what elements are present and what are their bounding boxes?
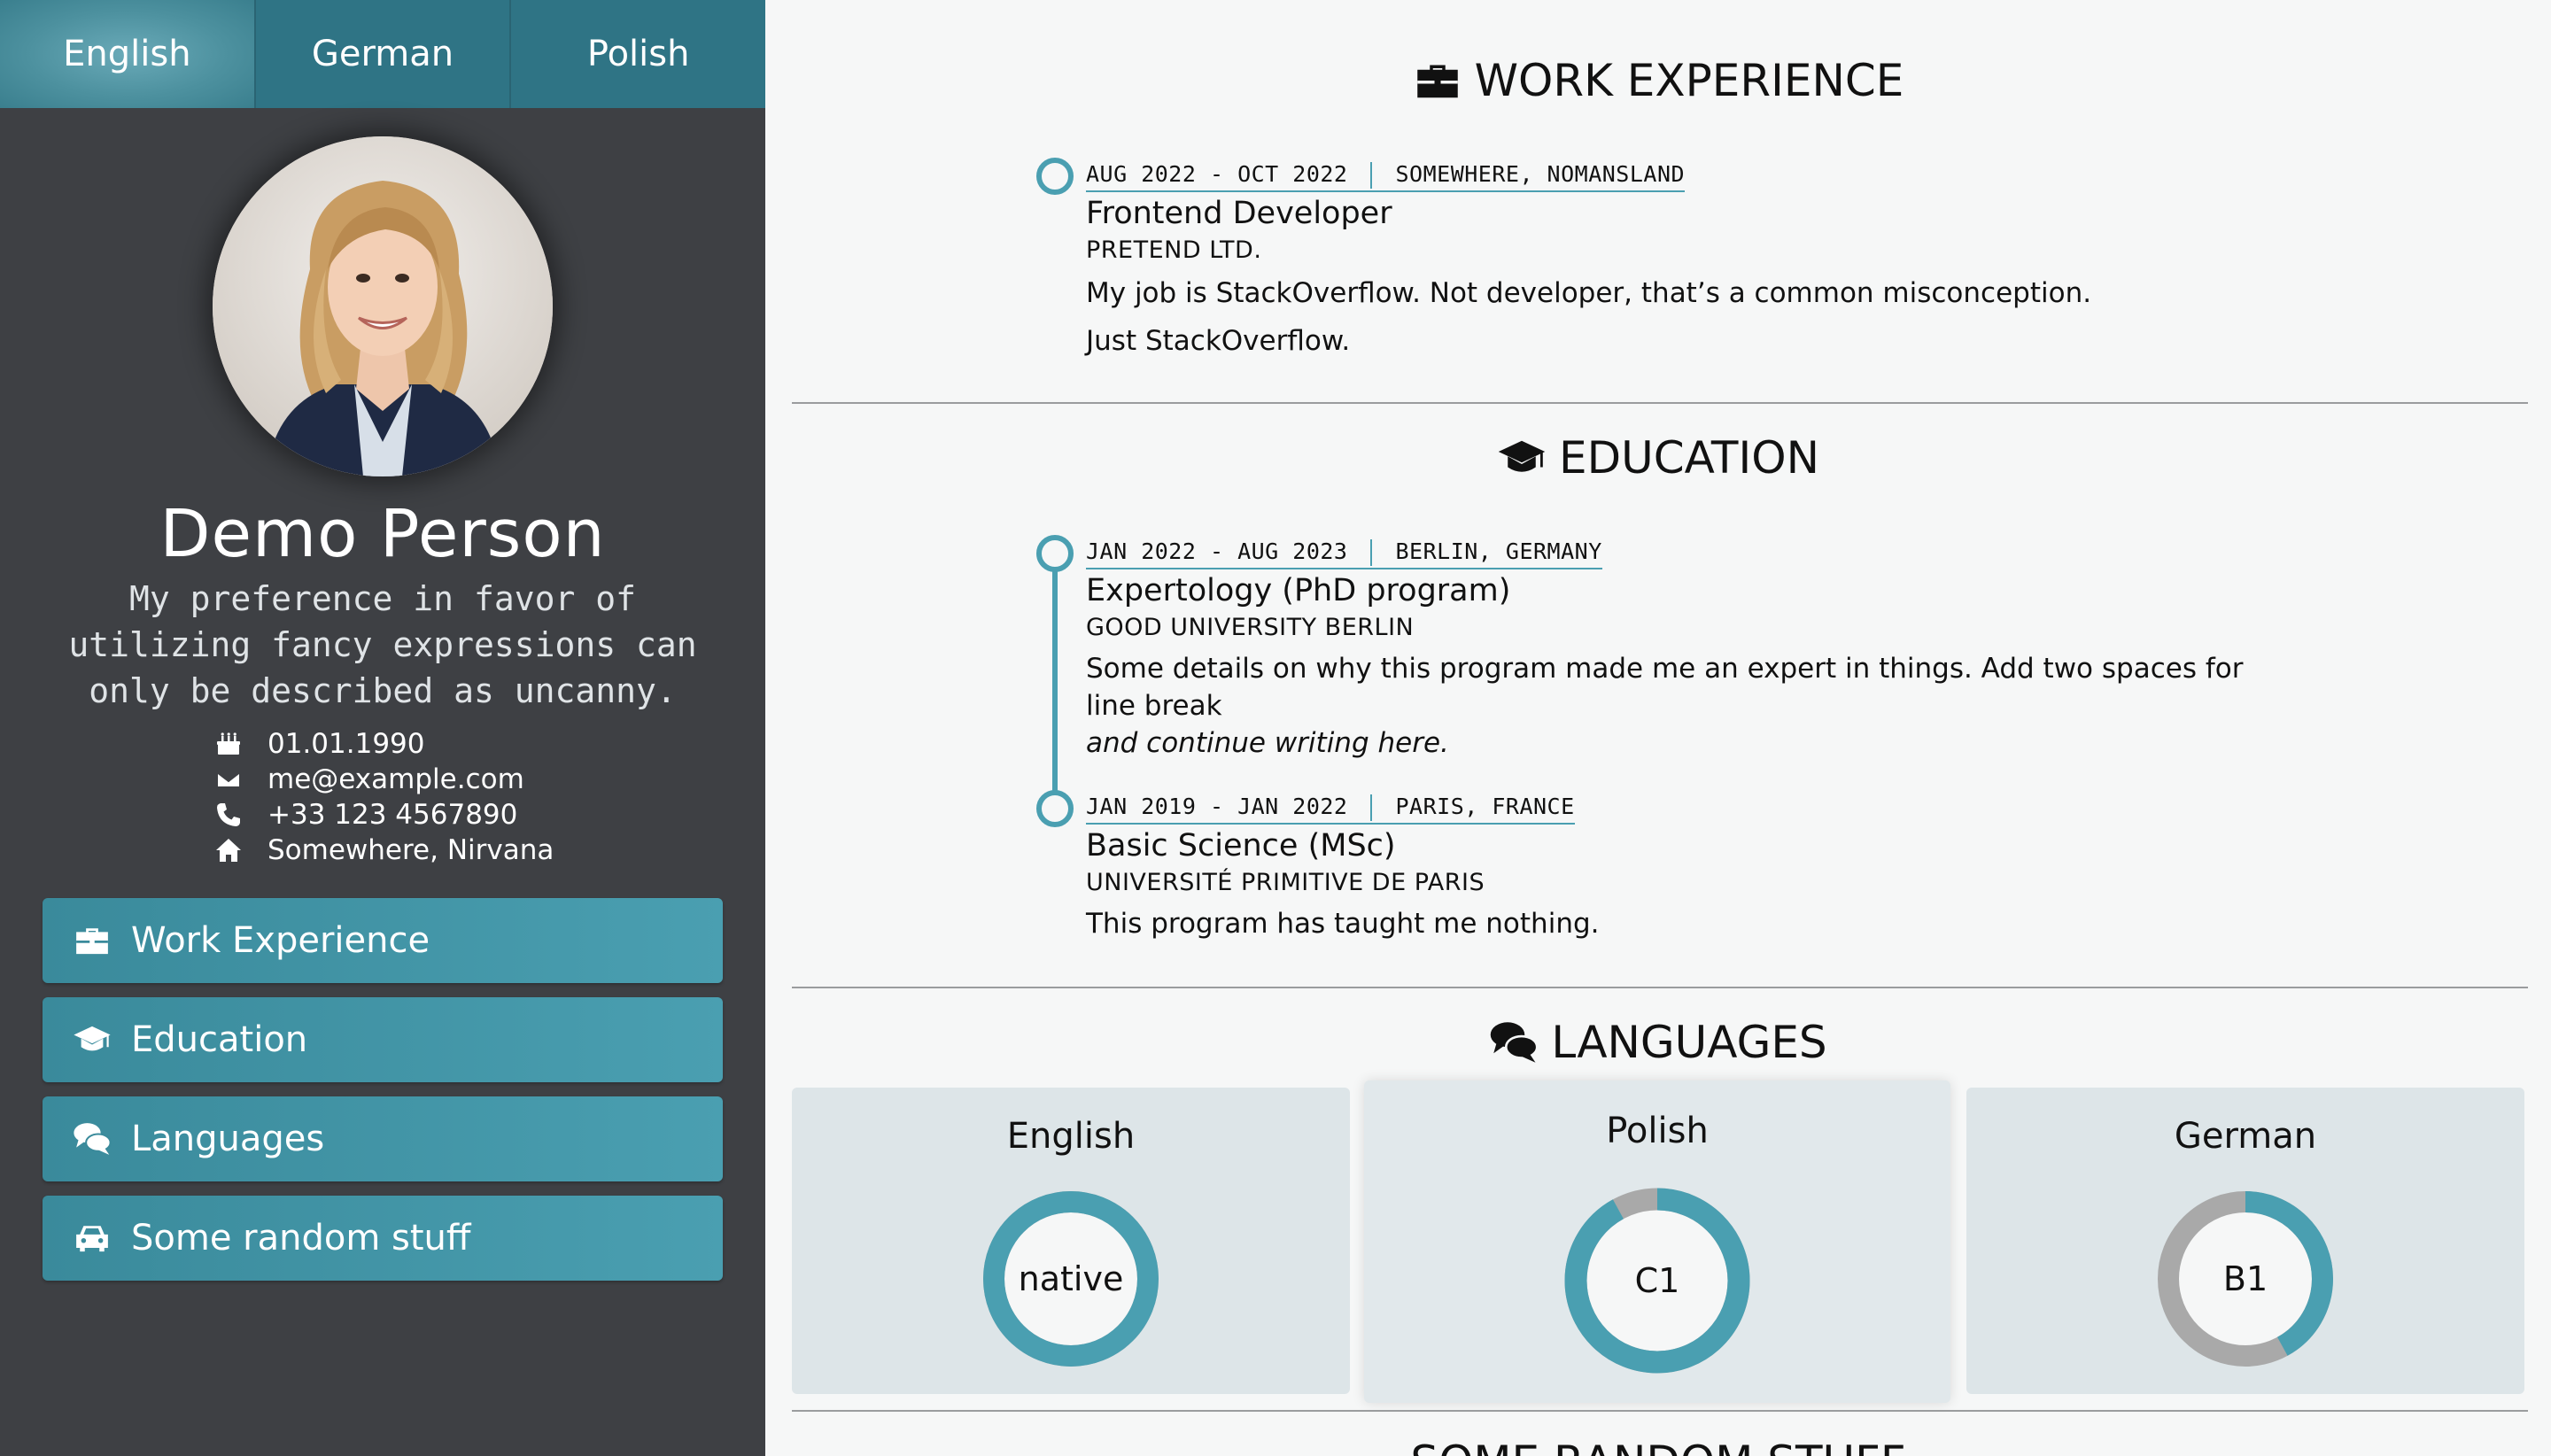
- work-experience-title: WORK EXPERIENCE: [1474, 55, 1904, 106]
- tagline: My preference in favor of utilizing fanc…: [68, 579, 697, 710]
- nav-random-stuff-button[interactable]: Some random stuff: [43, 1196, 723, 1281]
- person-name: Demo Person: [159, 496, 606, 572]
- tab-polish[interactable]: Polish: [511, 0, 766, 108]
- entry-location: PARIS, FRANCE: [1395, 794, 1575, 819]
- nav-work-label: Work Experience: [131, 920, 430, 961]
- education-entry: JAN 2019 - JAN 2022 PARIS, FRANCE Basic S…: [1086, 794, 2326, 942]
- chat-bubbles-icon: [1491, 1022, 1539, 1063]
- nav-education-button[interactable]: Education: [43, 997, 723, 1082]
- profile-photo: [213, 136, 553, 476]
- language-card: German B1: [1966, 1088, 2524, 1394]
- language-level-donut: C1: [1563, 1187, 1751, 1375]
- birthday-value: 01.01.1990: [268, 728, 425, 760]
- avatar: [213, 136, 553, 476]
- envelope-icon: [211, 762, 246, 797]
- education-heading: EDUCATION: [765, 432, 2551, 484]
- phone-icon: [211, 797, 246, 833]
- chat-bubbles-icon: [74, 1123, 112, 1155]
- entry-organization: GOOD UNIVERSITY BERLIN: [1086, 614, 1415, 641]
- languages-title: LANGUAGES: [1551, 1017, 1827, 1068]
- entry-description-line: and continue writing here.: [1086, 727, 1449, 759]
- entry-description: Some details on why this program made me…: [1086, 650, 2264, 762]
- email-value[interactable]: me@example.com: [268, 763, 524, 795]
- timeline-dot: [1036, 158, 1074, 195]
- graduation-cap-icon: [74, 1026, 111, 1051]
- work-experience-heading: WORK EXPERIENCE: [765, 55, 2551, 106]
- birthday-row: 01.01.1990: [211, 726, 654, 762]
- tab-english[interactable]: English: [0, 0, 256, 108]
- timeline-dot: [1036, 790, 1074, 827]
- briefcase-icon: [76, 928, 108, 955]
- section-divider: [792, 1410, 2528, 1412]
- language-switcher: English German Polish: [0, 0, 766, 108]
- language-card: English native: [792, 1088, 1350, 1394]
- entry-dates: AUG 2022 - OCT 2022: [1086, 161, 1348, 187]
- entry-organization: UNIVERSITÉ PRIMITIVE DE PARIS: [1086, 869, 1485, 896]
- timeline-dot: [1036, 535, 1074, 572]
- entry-description: My job is StackOverflow. Not developer, …: [1086, 269, 2326, 365]
- languages-heading: LANGUAGES: [765, 1017, 2551, 1068]
- random-stuff-heading: SOME RANDOM STUFF: [765, 1437, 2551, 1456]
- entry-meta: JAN 2022 - AUG 2023 BERLIN, GERMANY: [1086, 538, 1602, 569]
- nav-languages-label: Languages: [131, 1119, 325, 1159]
- education-title: EDUCATION: [1559, 432, 1819, 484]
- language-level: C1: [1634, 1261, 1680, 1300]
- address-row: Somewhere, Nirvana: [211, 833, 654, 868]
- entry-description-line: Some details on why this program made me…: [1086, 653, 2244, 722]
- email-row: me@example.com: [211, 762, 654, 797]
- language-level-donut: B1: [2157, 1190, 2334, 1367]
- car-icon: [76, 1226, 108, 1252]
- home-icon: [211, 833, 246, 868]
- briefcase-icon: [1416, 65, 1458, 98]
- entry-organization: PRETEND LTD.: [1086, 236, 1262, 264]
- sidebar: English German Polish Demo Person My pre…: [0, 0, 766, 1456]
- entry-meta: AUG 2022 - OCT 2022 SOMEWHERE, NOMANSLAND: [1086, 161, 1686, 192]
- section-divider: [792, 402, 2528, 404]
- education-entry: JAN 2022 - AUG 2023 BERLIN, GERMANY Exper…: [1086, 538, 2326, 762]
- nav-random-label: Some random stuff: [131, 1218, 471, 1259]
- language-name: English: [1006, 1116, 1136, 1157]
- language-level: native: [1018, 1259, 1124, 1298]
- language-name: German: [2174, 1116, 2317, 1157]
- birthday-cake-icon: [211, 726, 246, 762]
- timeline-line: [1052, 553, 1058, 809]
- tab-german[interactable]: German: [255, 0, 512, 108]
- nav-languages-button[interactable]: Languages: [43, 1096, 723, 1181]
- work-entry: AUG 2022 - OCT 2022 SOMEWHERE, NOMANSLAND…: [1086, 161, 2326, 365]
- entry-role: Expertology (PhD program): [1086, 573, 1511, 608]
- entry-meta: JAN 2019 - JAN 2022 PARIS, FRANCE: [1086, 794, 1575, 825]
- entry-description-line: My job is StackOverflow. Not developer, …: [1086, 277, 2092, 309]
- language-level: B1: [2222, 1259, 2268, 1298]
- phone-value[interactable]: +33 123 4567890: [268, 799, 517, 831]
- address-value: Somewhere, Nirvana: [268, 834, 554, 866]
- phone-row: +33 123 4567890: [211, 797, 654, 833]
- main-content: WORK EXPERIENCE AUG 2022 - OCT 2022 SOMEW…: [765, 0, 2551, 1456]
- entry-location: BERLIN, GERMANY: [1395, 538, 1602, 564]
- graduation-cap-icon: [1498, 440, 1546, 472]
- contact-details: 01.01.1990 me@example.com +33 123 456789…: [211, 726, 654, 868]
- entry-role: Basic Science (MSc): [1086, 828, 1396, 864]
- section-divider: [792, 987, 2528, 988]
- entry-description-line: Just StackOverflow.: [1086, 325, 1351, 357]
- entry-description: This program has taught me nothing.: [1086, 908, 1600, 940]
- nav-education-label: Education: [131, 1019, 308, 1060]
- nav-work-experience-button[interactable]: Work Experience: [43, 898, 723, 983]
- entry-dates: JAN 2022 - AUG 2023: [1086, 538, 1348, 564]
- language-name: Polish: [1606, 1111, 1709, 1151]
- entry-role: Frontend Developer: [1086, 196, 1392, 231]
- entry-dates: JAN 2019 - JAN 2022: [1086, 794, 1348, 819]
- language-level-donut: native: [982, 1190, 1159, 1367]
- entry-location: SOMEWHERE, NOMANSLAND: [1395, 161, 1686, 187]
- language-card: Polish C1: [1364, 1080, 1950, 1403]
